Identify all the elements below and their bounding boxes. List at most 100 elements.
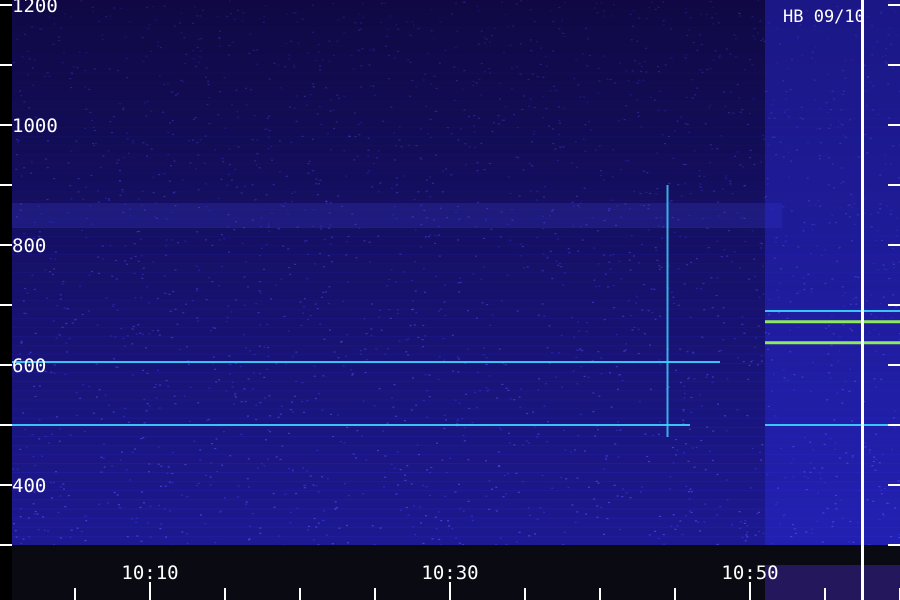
noise-speck — [19, 448, 22, 450]
noise-speck — [709, 162, 712, 164]
noise-speck — [185, 303, 188, 305]
noise-speck — [707, 247, 710, 249]
noise-speck — [253, 353, 256, 355]
noise-speck — [473, 114, 476, 117]
noise-speck — [69, 185, 72, 187]
noise-speck — [384, 455, 387, 457]
noise-speck — [600, 357, 603, 359]
noise-speck — [554, 148, 557, 150]
noise-speck — [573, 77, 576, 80]
noise-speck — [142, 437, 145, 439]
noise-speck — [830, 364, 833, 366]
noise-speck — [532, 411, 535, 413]
noise-speck — [214, 448, 217, 450]
noise-speck — [148, 463, 151, 465]
noise-speck — [652, 434, 655, 437]
noise-speck — [206, 420, 209, 422]
noise-speck — [313, 375, 316, 377]
noise-speck — [362, 400, 365, 402]
noise-speck — [571, 201, 574, 203]
noise-speck — [684, 7, 687, 9]
noise-speck — [314, 263, 317, 265]
noise-speck — [578, 206, 581, 209]
noise-speck — [192, 58, 195, 60]
noise-speck — [109, 245, 112, 247]
noise-speck — [280, 87, 282, 89]
noise-speck — [174, 94, 177, 96]
noise-speck — [184, 240, 187, 242]
noise-speck — [355, 257, 358, 259]
noise-speck — [174, 269, 177, 271]
noise-speck — [542, 76, 545, 78]
noise-speck — [117, 504, 120, 506]
noise-speck — [363, 318, 366, 320]
noise-speck — [751, 360, 754, 362]
noise-speck — [398, 340, 401, 342]
noise-speck — [865, 300, 868, 302]
noise-speck — [353, 112, 356, 114]
noise-speck — [368, 64, 371, 66]
noise-speck — [396, 484, 399, 486]
noise-speck — [873, 328, 876, 330]
noise-speck — [48, 221, 51, 223]
noise-speck — [698, 175, 701, 177]
noise-speck — [893, 263, 895, 265]
noise-speck — [142, 267, 145, 269]
noise-speck — [783, 513, 786, 516]
noise-speck — [746, 536, 749, 538]
noise-speck — [628, 259, 631, 261]
noise-speck — [458, 402, 461, 404]
noise-speck — [495, 510, 498, 512]
noise-speck — [634, 60, 637, 62]
noise-speck — [384, 476, 387, 478]
noise-speck — [174, 205, 177, 207]
noise-speck — [655, 249, 658, 251]
noise-speck — [181, 179, 184, 181]
noise-speck — [526, 412, 529, 415]
noise-speck — [567, 248, 570, 250]
noise-speck — [785, 235, 788, 237]
noise-speck — [230, 13, 233, 15]
noise-speck — [595, 480, 598, 482]
noise-speck — [593, 498, 596, 500]
noise-speck — [740, 521, 742, 523]
noise-speck — [213, 327, 216, 329]
noise-speck — [198, 269, 201, 271]
noise-speck — [625, 492, 628, 494]
noise-speck — [612, 15, 615, 17]
noise-speck — [92, 11, 95, 13]
noise-speck — [683, 452, 686, 454]
noise-speck — [518, 396, 521, 398]
noise-speck — [799, 117, 802, 119]
noise-speck — [498, 98, 501, 100]
noise-speck — [549, 90, 552, 92]
noise-speck — [403, 175, 406, 177]
noise-speck — [527, 507, 530, 509]
noise-speck — [231, 381, 234, 383]
noise-speck — [619, 429, 622, 431]
noise-speck — [20, 542, 23, 544]
noise-speck — [662, 226, 665, 228]
noise-speck — [431, 538, 434, 540]
noise-speck — [607, 286, 610, 288]
noise-speck — [171, 120, 174, 122]
noise-speck — [796, 292, 799, 294]
noise-speck — [193, 440, 196, 442]
noise-speck — [690, 261, 693, 263]
noise-speck — [833, 187, 835, 189]
noise-speck — [128, 152, 130, 154]
noise-speck — [664, 143, 666, 145]
noise-speck — [558, 28, 561, 30]
noise-speck — [866, 76, 869, 78]
noise-speck — [321, 476, 324, 478]
noise-speck — [46, 198, 49, 201]
noise-speck — [256, 139, 259, 141]
noise-speck — [753, 346, 756, 348]
noise-speck — [195, 290, 198, 292]
noise-speck — [519, 43, 522, 45]
noise-speck — [417, 191, 420, 193]
noise-speck — [698, 170, 701, 172]
noise-speck — [682, 409, 685, 411]
noise-speck — [836, 260, 839, 262]
noise-speck — [892, 8, 894, 10]
